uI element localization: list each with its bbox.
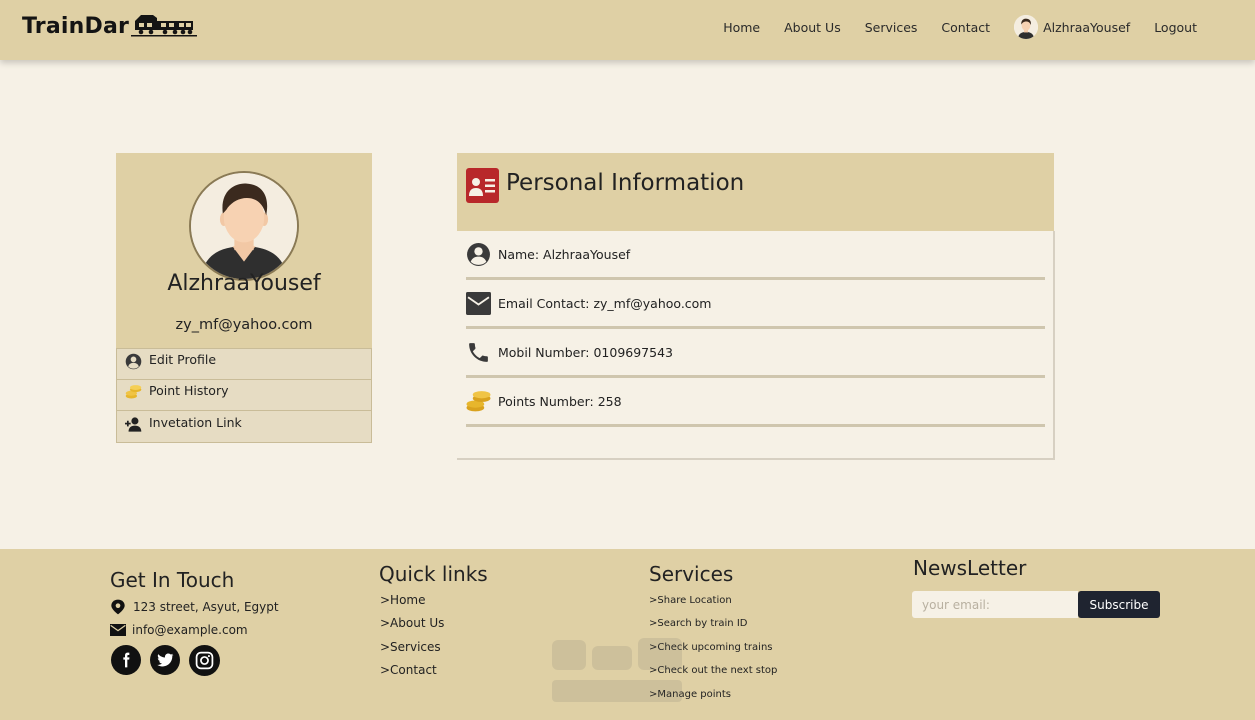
info-row-email: Email Contact: zy_mf@yahoo.com <box>466 280 1045 329</box>
nav-link-about-us[interactable]: About Us <box>784 20 841 35</box>
personal-info-header: Personal Information <box>457 153 1054 231</box>
nav-link-logout[interactable]: Logout <box>1154 20 1197 35</box>
nav-link-services[interactable]: Services <box>865 20 918 35</box>
menu-item-point-history[interactable]: Point History <box>116 379 372 411</box>
footer-service-upcoming-trains[interactable]: >Check upcoming trains <box>649 642 773 653</box>
nav-user-menu[interactable]: AlzhraaYousef <box>1014 15 1130 39</box>
avatar-icon <box>191 173 297 279</box>
coins-icon <box>466 389 491 414</box>
coins-icon <box>125 384 142 401</box>
newsletter-email-input[interactable] <box>912 591 1078 618</box>
profile-card: AlzhraaYousef zy_mf@yahoo.com <box>116 153 372 349</box>
avatar-icon <box>1014 15 1039 39</box>
footer-service-next-stop[interactable]: >Check out the next stop <box>649 665 777 676</box>
footer-service-share-location[interactable]: >Share Location <box>649 595 732 606</box>
profile-name: AlzhraaYousef <box>167 271 321 296</box>
footer-newsletter-heading: NewsLetter <box>913 556 1027 580</box>
subscribe-button[interactable]: Subscribe <box>1078 591 1160 618</box>
info-row-mobile: Mobil Number: 0109697543 <box>466 329 1045 378</box>
instagram-icon[interactable] <box>189 645 220 676</box>
footer-quicklinks-heading: Quick links <box>379 562 488 586</box>
envelope-icon <box>110 624 126 636</box>
profile-avatar <box>189 171 299 281</box>
footer-service-search-train[interactable]: >Search by train ID <box>649 618 747 629</box>
brand-name: TrainDar <box>22 14 130 39</box>
brand-logo[interactable]: TrainDar <box>22 12 198 39</box>
menu-item-edit-profile[interactable]: Edit Profile <box>116 348 372 380</box>
personal-info-panel: Name: AlzhraaYousef Email Contact: zy_mf… <box>457 231 1055 460</box>
footer-contact-heading: Get In Touch <box>110 568 235 592</box>
footer-link-about-us[interactable]: >About Us <box>380 616 444 630</box>
location-pin-icon <box>111 599 125 615</box>
id-card-icon <box>466 168 499 203</box>
train-icon <box>131 15 198 37</box>
info-name: Name: AlzhraaYousef <box>498 247 631 262</box>
footer-email: info@example.com <box>110 623 248 637</box>
footer-address: 123 street, Asyut, Egypt <box>110 599 279 615</box>
navbar: TrainDar Home About Us Services Contact <box>0 0 1255 60</box>
profile-menu: Edit Profile Point History Invetation Li… <box>116 348 372 443</box>
facebook-icon[interactable] <box>111 645 141 675</box>
menu-item-invitation-link[interactable]: Invetation Link <box>116 411 372 443</box>
info-points: Points Number: 258 <box>498 394 622 409</box>
footer: Get In Touch 123 street, Asyut, Egypt in… <box>0 549 1255 720</box>
twitter-icon[interactable] <box>150 645 180 675</box>
info-row-points: Points Number: 258 <box>466 378 1045 427</box>
envelope-icon <box>466 291 491 316</box>
footer-link-home[interactable]: >Home <box>380 593 426 607</box>
page-title: Personal Information <box>506 170 745 196</box>
nav-username: AlzhraaYousef <box>1043 19 1131 35</box>
phone-icon <box>466 340 491 365</box>
menu-label: Edit Profile <box>149 352 217 368</box>
footer-services-heading: Services <box>649 562 734 586</box>
nav-link-home[interactable]: Home <box>723 20 760 35</box>
menu-label: Point History <box>149 383 229 399</box>
footer-service-manage-points[interactable]: >Manage points <box>649 689 731 700</box>
info-email: Email Contact: zy_mf@yahoo.com <box>498 296 712 311</box>
footer-link-contact[interactable]: >Contact <box>380 663 437 677</box>
footer-link-services[interactable]: >Services <box>380 640 441 654</box>
nav-links: Home About Us Services Contact AlzhraaYo… <box>699 0 1197 54</box>
profile-email: zy_mf@yahoo.com <box>175 317 313 333</box>
info-row-name: Name: AlzhraaYousef <box>466 231 1045 280</box>
menu-label: Invetation Link <box>149 414 242 430</box>
info-mobile: Mobil Number: 0109697543 <box>498 345 673 360</box>
avatar <box>1014 15 1039 39</box>
nav-link-contact[interactable]: Contact <box>941 20 990 35</box>
footer-address-text: 123 street, Asyut, Egypt <box>133 600 279 614</box>
user-circle-icon <box>466 242 491 267</box>
user-plus-icon <box>125 416 142 433</box>
user-circle-icon <box>125 353 142 370</box>
footer-email-text: info@example.com <box>132 623 248 637</box>
